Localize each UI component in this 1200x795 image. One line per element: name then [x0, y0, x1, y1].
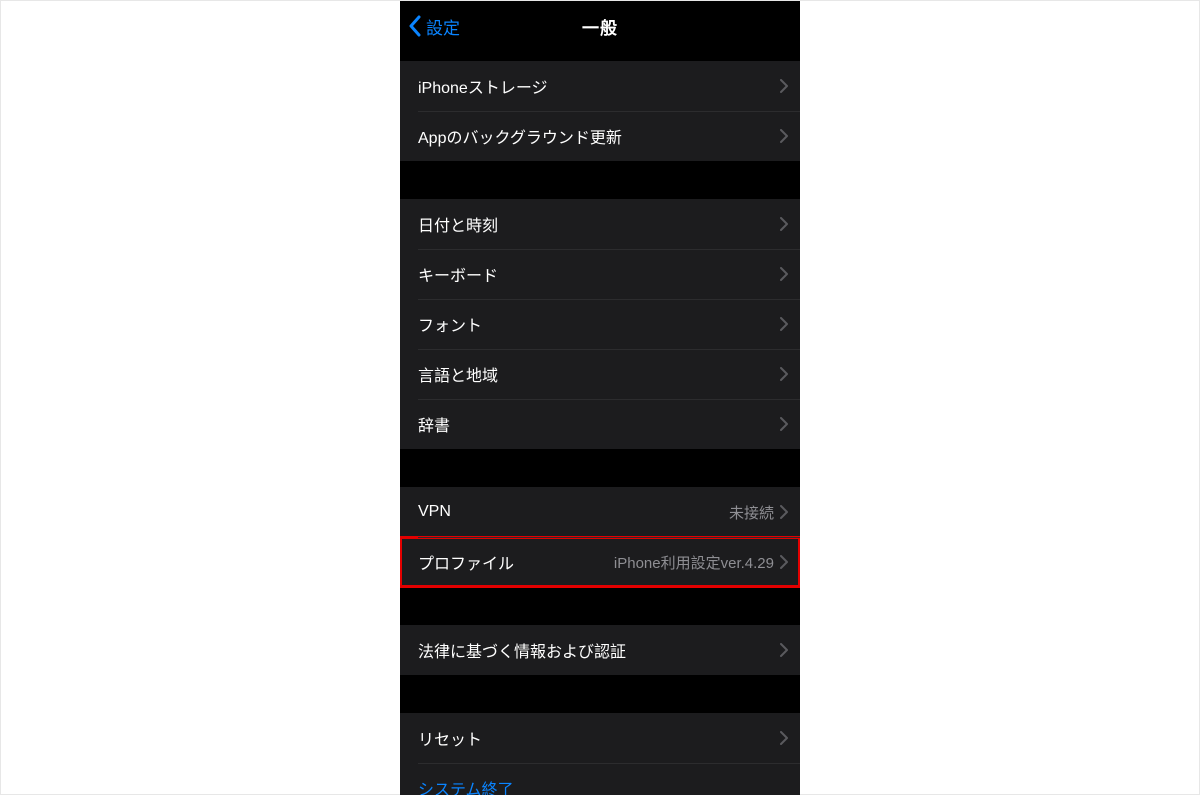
chevron-right-icon	[780, 317, 788, 331]
settings-group: VPN 未接続プロファイル iPhone利用設定ver.4.29	[400, 487, 800, 587]
row-label: 日付と時刻	[418, 212, 498, 236]
settings-row[interactable]: プロファイル iPhone利用設定ver.4.29	[400, 537, 800, 587]
settings-row[interactable]: 言語と地域	[400, 349, 800, 399]
row-label: VPN	[418, 503, 451, 521]
settings-row[interactable]: システム終了	[400, 763, 800, 795]
row-label: 辞書	[418, 412, 450, 436]
chevron-right-icon	[780, 643, 788, 657]
navbar: 設定 一般	[400, 1, 800, 51]
row-label: キーボード	[418, 262, 498, 286]
settings-row[interactable]: VPN 未接続	[400, 487, 800, 537]
settings-row[interactable]: キーボード	[400, 249, 800, 299]
settings-group: 法律に基づく情報および認証	[400, 625, 800, 675]
settings-row[interactable]: 法律に基づく情報および認証	[400, 625, 800, 675]
back-label: 設定	[426, 14, 460, 39]
group-spacer	[400, 675, 800, 713]
settings-group: iPhoneストレージ Appのバックグラウンド更新	[400, 61, 800, 161]
group-spacer	[400, 51, 800, 61]
chevron-right-icon	[780, 267, 788, 281]
settings-row[interactable]: Appのバックグラウンド更新	[400, 111, 800, 161]
group-spacer	[400, 587, 800, 625]
row-label: iPhoneストレージ	[418, 74, 548, 98]
phone-frame: 設定 一般 iPhoneストレージ Appのバックグラウンド更新日付と時刻キーボー…	[400, 1, 800, 795]
settings-row[interactable]: iPhoneストレージ	[400, 61, 800, 111]
chevron-right-icon	[780, 505, 788, 519]
back-button[interactable]: 設定	[408, 1, 460, 51]
chevron-right-icon	[780, 79, 788, 93]
row-label: 法律に基づく情報および認証	[418, 638, 626, 662]
group-spacer	[400, 161, 800, 199]
settings-row[interactable]: 日付と時刻	[400, 199, 800, 249]
row-label: Appのバックグラウンド更新	[418, 124, 622, 148]
chevron-right-icon	[780, 217, 788, 231]
canvas: 設定 一般 iPhoneストレージ Appのバックグラウンド更新日付と時刻キーボー…	[0, 0, 1200, 795]
chevron-right-icon	[780, 129, 788, 143]
row-label: プロファイル	[418, 550, 514, 574]
page-title: 一般	[582, 14, 618, 39]
settings-list: iPhoneストレージ Appのバックグラウンド更新日付と時刻キーボードフォント言…	[400, 51, 800, 795]
row-label: 言語と地域	[418, 362, 498, 386]
row-label: システム終了	[418, 776, 514, 795]
row-label: フォント	[418, 312, 482, 336]
chevron-right-icon	[780, 367, 788, 381]
row-detail: iPhone利用設定ver.4.29	[614, 552, 774, 573]
chevron-left-icon	[408, 15, 422, 37]
settings-group: 日付と時刻キーボードフォント言語と地域辞書	[400, 199, 800, 449]
settings-row[interactable]: フォント	[400, 299, 800, 349]
chevron-right-icon	[780, 731, 788, 745]
chevron-right-icon	[780, 555, 788, 569]
settings-row[interactable]: 辞書	[400, 399, 800, 449]
row-detail: 未接続	[729, 502, 774, 523]
settings-group: リセットシステム終了	[400, 713, 800, 795]
group-spacer	[400, 449, 800, 487]
row-label: リセット	[418, 726, 482, 750]
settings-row[interactable]: リセット	[400, 713, 800, 763]
chevron-right-icon	[780, 417, 788, 431]
